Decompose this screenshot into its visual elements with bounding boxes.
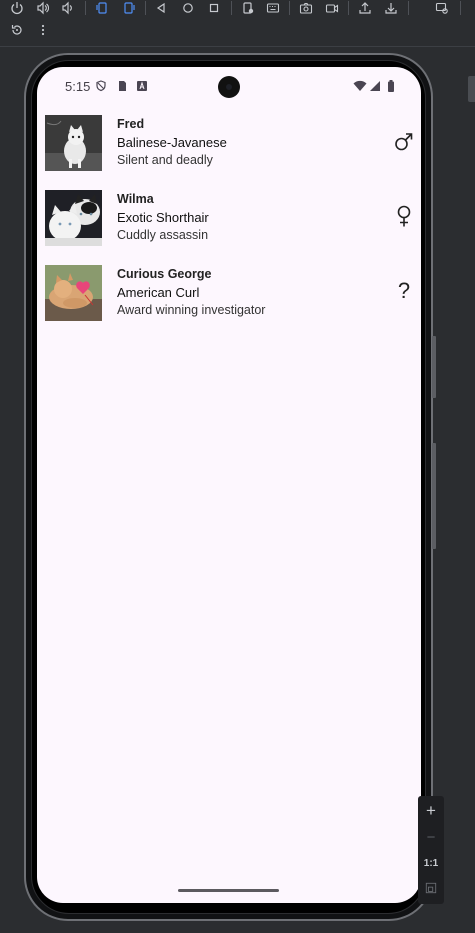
wifi-icon (353, 80, 367, 92)
cat-description: Cuddly assassin (117, 228, 209, 242)
side-panel-tab[interactable] (468, 76, 475, 102)
cat-name: Curious George (117, 267, 212, 281)
list-item[interactable]: Curious George American Curl Award winni… (37, 257, 421, 332)
zoom-actual-size-button[interactable]: 1:1 (418, 857, 444, 871)
rotate-left-icon[interactable] (94, 0, 110, 16)
back-icon[interactable] (153, 0, 169, 16)
list-item[interactable]: Fred Balinese-Javanese Silent and deadly (37, 107, 421, 182)
rotate-right-icon[interactable] (121, 0, 137, 16)
shield-icon (95, 80, 107, 92)
cat-description: Award winning investigator (117, 303, 266, 317)
toolbar-row-1 (0, 0, 475, 16)
sd-card-icon (116, 80, 128, 92)
gesture-nav-bar[interactable] (178, 889, 279, 892)
front-camera (218, 76, 240, 98)
record-icon[interactable] (324, 0, 340, 16)
signal-icon (369, 80, 381, 92)
toolbar-separator (408, 1, 409, 15)
toolbar-separator (145, 1, 146, 15)
volume-down-icon[interactable] (60, 0, 76, 16)
unknown-gender-icon: ? (397, 278, 411, 303)
more-icon[interactable] (35, 22, 51, 38)
battery-icon (387, 80, 395, 92)
status-bar: 5:15 (37, 67, 421, 107)
cat-list: Fred Balinese-Javanese Silent and deadly (37, 107, 421, 332)
upload-icon[interactable] (357, 0, 373, 16)
toolbar-separator (289, 1, 290, 15)
volume-up-icon[interactable] (35, 0, 51, 16)
zoom-in-button[interactable]: + (418, 801, 444, 821)
cat-breed: Exotic Shorthair (117, 210, 209, 225)
status-time: 5:15 (65, 79, 91, 94)
toolbar-separator (460, 1, 461, 15)
keyboard-icon[interactable] (265, 0, 281, 16)
device-side-button[interactable] (432, 336, 436, 398)
cat-breed: American Curl (117, 285, 200, 300)
zoom-fit-icon[interactable] (418, 882, 444, 896)
power-icon[interactable] (9, 0, 25, 16)
zoom-controls: + − 1:1 (418, 796, 444, 904)
undo-icon[interactable] (9, 22, 25, 38)
toolbar-row-2 (0, 22, 475, 40)
cat-description: Silent and deadly (117, 153, 213, 167)
female-icon (393, 204, 415, 228)
overview-icon[interactable] (206, 0, 222, 16)
cat-photo-fred (45, 115, 102, 171)
list-item[interactable]: Wilma Exotic Shorthair Cuddly assassin (37, 182, 421, 257)
cat-photo-wilma (45, 190, 102, 246)
emulator-toolbar (0, 0, 475, 44)
toolbar-separator (231, 1, 232, 15)
toolbar-divider (0, 46, 475, 47)
cat-name: Wilma (117, 192, 154, 206)
male-icon (393, 129, 415, 153)
home-icon[interactable] (180, 0, 196, 16)
device-side-button[interactable] (432, 443, 436, 549)
cat-name: Fred (117, 117, 145, 131)
zoom-out-button[interactable]: − (418, 828, 444, 848)
toolbar-separator (348, 1, 349, 15)
font-icon (136, 80, 148, 92)
window-icon[interactable] (434, 0, 450, 16)
fold-icon[interactable] (240, 0, 256, 16)
toolbar-separator (85, 1, 86, 15)
camera-icon[interactable] (298, 0, 314, 16)
download-icon[interactable] (383, 0, 399, 16)
device-screen: 5:15 Fred Balinese-Javanese Silent and d… (37, 67, 421, 903)
cat-photo-curious-george (45, 265, 102, 321)
cat-breed: Balinese-Javanese (117, 135, 227, 150)
